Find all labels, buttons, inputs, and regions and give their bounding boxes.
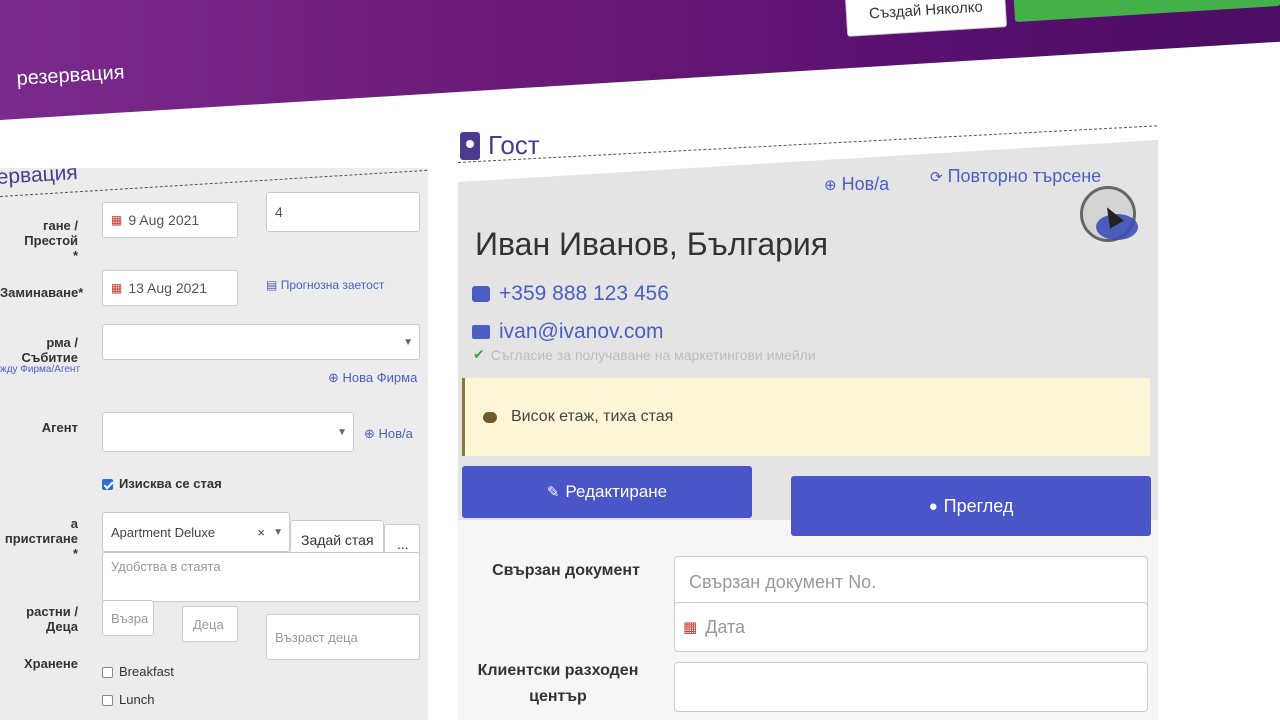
meal-lunch-checkbox[interactable]: Lunch bbox=[102, 692, 154, 707]
calendar-icon: ▦ bbox=[111, 213, 123, 227]
pencil-icon: ✎ bbox=[546, 484, 560, 501]
calendar-list-icon: ▤ bbox=[266, 278, 278, 292]
company-select[interactable]: ▼ bbox=[102, 324, 420, 360]
phone-icon bbox=[472, 286, 490, 302]
guest-id-icon bbox=[460, 131, 480, 160]
plus-circle-icon: ⊕ bbox=[364, 426, 375, 441]
guest-note: Висок етаж, тиха стая bbox=[462, 378, 1150, 456]
top-header-bar bbox=[0, 0, 1280, 120]
adults-children-label: растни / Деца bbox=[26, 604, 78, 634]
refresh-icon: ⟳ bbox=[930, 168, 943, 186]
checkbox-checked-icon bbox=[102, 479, 113, 491]
new-guest-link[interactable]: ⊕ Нов/а bbox=[824, 174, 889, 195]
calendar-icon: ▦ bbox=[683, 619, 698, 636]
marketing-consent: ✔ Съгласие за получаване на маркетингови … bbox=[473, 346, 816, 363]
check-icon: ✔ bbox=[473, 346, 485, 362]
plus-circle-icon: ⊕ bbox=[328, 370, 339, 385]
clear-icon[interactable]: × bbox=[257, 525, 265, 540]
agent-label: Агент bbox=[41, 420, 78, 435]
edit-guest-button[interactable]: ✎ Редактиране bbox=[462, 466, 752, 518]
checkbox-icon bbox=[102, 695, 113, 707]
room-arrival-label: а пристигане * bbox=[4, 516, 78, 561]
room-amenities-input[interactable]: Удобства в стаята bbox=[102, 552, 420, 602]
forecast-occupancy-link[interactable]: ▤ Прогнозна заетост bbox=[266, 278, 384, 292]
search-company-agent-link[interactable]: жду Фирма/Агент bbox=[0, 364, 80, 375]
departure-label: Заминаване* bbox=[0, 285, 84, 300]
comment-icon bbox=[483, 411, 497, 423]
cost-center-label: Клиентски разходен център bbox=[477, 662, 639, 705]
adults-input[interactable]: Възра bbox=[102, 600, 154, 636]
view-guest-button[interactable]: ● Преглед bbox=[791, 476, 1151, 536]
arrival-stay-label: гане / Престой * bbox=[24, 218, 78, 263]
chevron-down-icon: ▼ bbox=[273, 526, 283, 538]
cost-center-input[interactable] bbox=[674, 662, 1148, 712]
guest-email[interactable]: ivan@ivanov.com bbox=[472, 320, 664, 344]
arrival-date-input[interactable]: ▦ 9 Aug 2021 bbox=[102, 202, 238, 238]
new-company-link[interactable]: ⊕ Нова Фирма bbox=[328, 370, 417, 386]
guest-phone[interactable]: +359 888 123 456 bbox=[472, 282, 669, 306]
linked-document-date-input[interactable]: ▦ Дата bbox=[674, 602, 1148, 652]
children-age-input[interactable]: Възраст деца bbox=[266, 614, 420, 660]
user-icon: ● bbox=[928, 497, 938, 515]
room-type-select[interactable]: Apartment Deluxe × ▼ bbox=[102, 512, 290, 552]
agent-select[interactable]: ▼ bbox=[102, 412, 354, 452]
nights-input[interactable]: 4 bbox=[266, 192, 420, 232]
guest-name: Иван Иванов, България bbox=[475, 226, 829, 262]
departure-date-input[interactable]: ▦ 13 Aug 2021 bbox=[102, 270, 238, 306]
chevron-down-icon: ▼ bbox=[337, 426, 347, 438]
room-required-checkbox[interactable]: Изисква се стая bbox=[102, 476, 222, 491]
linked-document-label: Свързан документ bbox=[492, 562, 640, 579]
meal-breakfast-checkbox[interactable]: Breakfast bbox=[102, 664, 174, 679]
chevron-down-icon: ▼ bbox=[403, 336, 413, 348]
checkbox-icon bbox=[102, 667, 113, 679]
meals-label: Хранене bbox=[23, 656, 78, 671]
children-input[interactable]: Деца bbox=[182, 606, 238, 642]
research-guest-link[interactable]: ⟳ Повторно търсене bbox=[930, 166, 1101, 187]
envelope-icon bbox=[472, 325, 490, 339]
reservation-section-title: ервация bbox=[0, 161, 79, 189]
linked-document-input[interactable]: Свързан документ No. bbox=[674, 556, 1148, 608]
guest-section-title: Гост bbox=[460, 130, 540, 161]
plus-circle-icon: ⊕ bbox=[824, 176, 837, 194]
calendar-icon: ▦ bbox=[111, 281, 123, 295]
new-agent-link[interactable]: ⊕ Нов/а bbox=[364, 426, 413, 442]
company-event-label: рма / Събитие bbox=[21, 335, 78, 365]
